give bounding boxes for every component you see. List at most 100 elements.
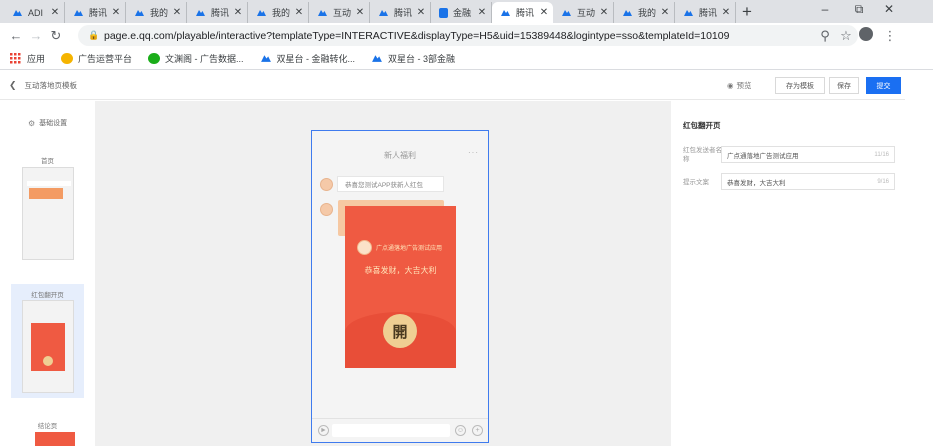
browser-tab-label: 我的 [272, 8, 291, 18]
browser-tab[interactable]: ADI ✕ [4, 2, 65, 23]
browser-tab[interactable]: 金融 ✕ [431, 2, 492, 23]
bookmark-item[interactable]: 广告运营平台 [61, 52, 132, 65]
page-label-open: 红包翻开页 [31, 292, 64, 299]
tip-text-input[interactable]: 恭喜发财，大吉大利 9/16 [721, 173, 895, 190]
more-dots-icon: ··· [468, 148, 479, 157]
bookmark-item[interactable]: 应用 [10, 52, 45, 65]
bookmark-item[interactable]: 双星台 - 金融转化... [260, 52, 356, 65]
browser-tab[interactable]: 腾讯 ✕ [65, 2, 126, 23]
phone-title: 新人福利 [384, 151, 416, 160]
tab-close-icon[interactable]: ✕ [660, 7, 670, 18]
tab-close-icon[interactable]: ✕ [294, 7, 304, 18]
profile-avatar-icon[interactable] [859, 27, 873, 41]
panel-title: 红包翻开页 [683, 121, 721, 130]
browser-toolbar: ← → ↻ 🔒 page.e.qq.com/playable/interacti… [0, 23, 933, 48]
sender-name-input[interactable]: 广点通落地广告测试应用 11/16 [721, 146, 895, 163]
browser-tab-label: 腾讯 [89, 8, 108, 18]
tab-close-icon[interactable]: ✕ [477, 7, 487, 18]
tab-close-icon[interactable]: ✕ [721, 7, 731, 18]
bookmark-item[interactable]: 文渊阁 - 广告数据... [148, 52, 244, 65]
lock-icon: 🔒 [88, 30, 100, 40]
page-thumb-home[interactable] [22, 167, 74, 260]
ad-icon [134, 8, 145, 17]
ad-icon [73, 8, 84, 17]
voice-icon[interactable]: ► [318, 425, 329, 436]
browser-tab[interactable]: 腾讯 ✕ [492, 2, 553, 23]
page-thumb-result[interactable] [35, 432, 75, 446]
save-as-template-button[interactable]: 存为模板 [775, 77, 825, 94]
preview-button[interactable]: ◉ 预览 [727, 80, 752, 91]
browser-tab-label: 我的 [150, 8, 169, 18]
bookmarks-bar: 应用 广告运营平台 文渊阁 - 广告数据... 双星台 - 金融转化... 双星台 - … [0, 48, 933, 70]
thumb-packet [29, 188, 63, 199]
headset-icon [683, 8, 694, 17]
back-arrow-icon[interactable]: ← [6, 28, 26, 43]
preview-label: 预览 [736, 81, 752, 90]
gear-icon: ⚙ [28, 118, 36, 128]
tab-close-icon[interactable]: ✕ [599, 7, 609, 18]
reload-icon[interactable]: ↻ [46, 28, 66, 44]
restore-button[interactable]: ⧉ [842, 0, 876, 19]
submit-button[interactable]: 提交 [866, 77, 901, 94]
tip-text-label: 提示文案 [683, 179, 709, 186]
browser-tab[interactable]: 我的 ✕ [126, 2, 187, 23]
open-packet-button[interactable]: 開 [383, 314, 417, 348]
browser-tab[interactable]: 互动 ✕ [553, 2, 614, 23]
tab-close-icon[interactable]: ✕ [111, 7, 121, 18]
tip-text-value: 恭喜发财，大吉大利 [727, 179, 786, 187]
tab-close-icon[interactable]: ✕ [416, 7, 426, 18]
plus-icon[interactable]: + [472, 425, 483, 436]
address-bar[interactable]: 🔒 page.e.qq.com/playable/interactive?tem… [78, 25, 858, 46]
browser-tab-label: 腾讯 [516, 8, 535, 18]
thumb-open-button [43, 356, 53, 366]
eye-icon: ◉ [727, 81, 734, 90]
phone-preview[interactable]: 新人福利 ··· 恭喜您测试APP获新人红包 广点通落地广告测试应用 恭喜发财，… [311, 130, 489, 443]
window-close-button[interactable]: ✕ [872, 0, 906, 19]
bookmark-item[interactable]: 双星台 - 3部金融 [371, 52, 455, 65]
browser-tab-label: 腾讯 [699, 8, 718, 18]
tab-close-icon[interactable]: ✕ [172, 7, 182, 18]
ad-icon [500, 8, 511, 17]
tab-close-icon[interactable]: ✕ [539, 7, 549, 18]
tip-text-count: 9/16 [877, 178, 889, 185]
menu-dots-icon[interactable]: ⋮ [880, 28, 900, 44]
browser-tab[interactable]: 我的 ✕ [248, 2, 309, 23]
zoom-icon[interactable]: ⚲ [815, 28, 835, 44]
tab-close-icon[interactable]: ✕ [355, 7, 365, 18]
browser-tab-label: 腾讯 [394, 8, 413, 18]
apps-grid-icon [10, 53, 22, 64]
browser-tab[interactable]: 腾讯 ✕ [675, 2, 736, 23]
star-icon[interactable]: ☆ [836, 28, 856, 44]
new-tab-button[interactable]: + [736, 2, 758, 23]
ad-icon [260, 53, 272, 64]
browser-tab-label: ADI [28, 7, 44, 18]
chat-avatar-2 [320, 203, 333, 216]
sender-logo-icon [357, 240, 372, 255]
packet-sender-name: 广点通落地广告测试应用 [376, 246, 443, 252]
tab-close-icon[interactable]: ✕ [50, 7, 60, 18]
red-packet[interactable]: 广点通落地广告测试应用 恭喜发财，大吉大利 開 [345, 206, 456, 368]
browser-tab[interactable]: 腾讯 ✕ [187, 2, 248, 23]
browser-tab-label: 互动 [577, 8, 596, 18]
save-button[interactable]: 保存 [829, 77, 859, 94]
ad-icon [622, 8, 633, 17]
browser-tab[interactable]: 腾讯 ✕ [370, 2, 431, 23]
minimize-button[interactable]: – [808, 0, 842, 19]
thumb-bubble [27, 181, 71, 186]
browser-tab[interactable]: 我的 ✕ [614, 2, 675, 23]
browser-tab[interactable]: 互动 ✕ [309, 2, 370, 23]
bookmark-label: 广告运营平台 [78, 54, 133, 64]
browser-tab-strip: ADI ✕ 腾讯 ✕ 我的 ✕ 腾讯 ✕ 我的 ✕ 互动 ✕ 腾讯 ✕ 金融 ✕ 腾讯 ✕ 互动 ✕ 我的 ✕ 腾讯 ✕ + [0, 0, 933, 23]
page-thumb-open[interactable] [22, 300, 74, 393]
bookmark-label: 双星台 - 3部金融 [388, 54, 456, 64]
phone-message-input[interactable] [332, 424, 450, 437]
ad-icon [378, 8, 389, 17]
bookmark-label: 应用 [27, 54, 46, 64]
bookmark-label: 双星台 - 金融转化... [276, 54, 356, 64]
forward-arrow-icon[interactable]: → [26, 28, 46, 43]
basic-settings-link[interactable]: ⚙ 基础设置 [28, 118, 67, 128]
back-chevron-icon[interactable]: ❮ [9, 80, 17, 91]
emoji-icon[interactable]: ☺ [455, 425, 466, 436]
page-title: 互动落地页模板 [24, 80, 78, 90]
tab-close-icon[interactable]: ✕ [233, 7, 243, 18]
